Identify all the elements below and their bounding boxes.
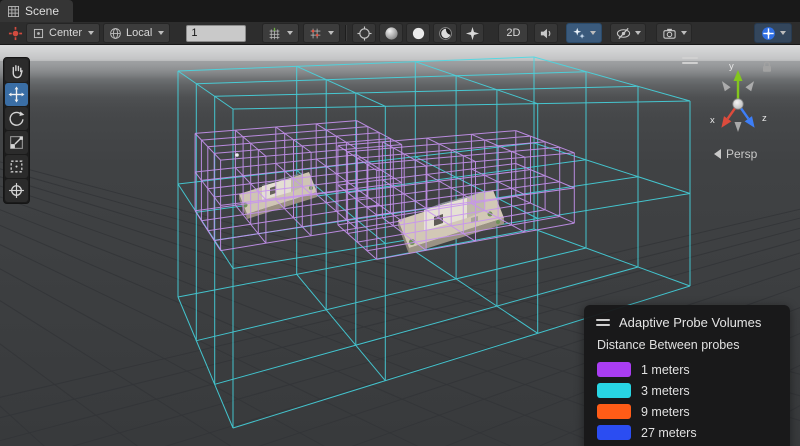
mode-2d-label: 2D — [506, 27, 520, 39]
probe-dot — [235, 153, 239, 157]
swatch-1m — [597, 362, 631, 377]
grid-visibility-dropdown[interactable] — [262, 23, 299, 43]
chevron-down-icon — [158, 31, 164, 35]
grid-snap-dropdown[interactable] — [303, 23, 340, 43]
globe-icon — [109, 27, 122, 40]
scene-tab-grid-icon — [8, 6, 19, 17]
orientation-gizmo[interactable]: y x z — [700, 59, 780, 135]
effects-dropdown[interactable] — [566, 23, 602, 43]
mode-2d-button[interactable]: 2D — [498, 23, 528, 43]
transform-tool-button[interactable] — [5, 179, 28, 202]
scene-viewport[interactable]: y x z Persp Adaptive Probe Volumes Dista… — [0, 45, 800, 446]
speaker-icon — [539, 26, 554, 41]
crosshair-circle-icon — [357, 26, 372, 41]
tool-context-icon — [8, 26, 23, 41]
probe-volumes-legend-panel: Adaptive Probe Volumes Distance Between … — [584, 305, 790, 446]
grid-snap-icon — [309, 27, 322, 40]
grid-size-field[interactable] — [186, 25, 246, 42]
legend-subtitle: Distance Between probes — [584, 336, 790, 359]
rect-tool-icon — [8, 158, 25, 175]
sparkles-icon — [572, 26, 586, 40]
tab-title: Scene — [25, 4, 59, 18]
scene-visibility-dropdown[interactable] — [610, 23, 646, 43]
eye-slash-icon — [616, 26, 631, 41]
pan-tool-button[interactable] — [5, 59, 28, 82]
flare-icon — [465, 26, 480, 41]
swatch-27m — [597, 425, 631, 440]
chevron-left-icon — [714, 149, 721, 159]
legend-row: 3 meters — [584, 380, 790, 401]
legend-label-1m: 1 meters — [641, 363, 690, 377]
scale-icon — [8, 134, 25, 151]
chevron-down-icon — [635, 31, 641, 35]
projection-toggle[interactable]: Persp — [714, 147, 757, 161]
pivot-mode-label: Center — [49, 27, 82, 39]
legend-row: 9 meters — [584, 401, 790, 422]
moon-icon — [438, 26, 453, 41]
axis-y-label: y — [729, 61, 734, 72]
tab-scene[interactable]: Scene — [0, 0, 73, 22]
shaded-sphere-icon — [384, 26, 399, 41]
axis-x-label: x — [710, 115, 715, 126]
menu-line — [682, 62, 698, 64]
orientation-label: Local — [126, 27, 152, 39]
shading-mode-toggle[interactable] — [379, 23, 403, 43]
legend-header[interactable]: Adaptive Probe Volumes — [584, 310, 790, 336]
pivot-icon — [32, 27, 45, 40]
legend-row: 27 meters — [584, 422, 790, 443]
gizmos-toggle[interactable] — [352, 23, 376, 43]
projection-label: Persp — [726, 147, 757, 161]
gizmo-center-ball[interactable] — [733, 99, 743, 109]
scene-camera-dropdown[interactable] — [656, 23, 692, 43]
rotate-tool-button[interactable] — [5, 107, 28, 130]
pivot-mode-dropdown[interactable]: Center — [26, 23, 100, 43]
rotate-icon — [8, 110, 25, 127]
legend-title: Adaptive Probe Volumes — [619, 315, 761, 330]
scene-lighting-toggle[interactable] — [433, 23, 457, 43]
move-icon — [8, 86, 25, 103]
handle-orientation-dropdown[interactable]: Local — [103, 23, 170, 43]
chevron-down-icon — [681, 31, 687, 35]
lighting-toggle[interactable] — [406, 23, 430, 43]
tab-bar: Scene — [0, 0, 800, 22]
white-circle-icon — [411, 26, 426, 41]
scene-view-options-dropdown[interactable] — [754, 23, 792, 43]
hand-icon — [8, 62, 25, 79]
grid-axis-icon — [268, 27, 281, 40]
chevron-down-icon — [780, 31, 786, 35]
scene-toolbar: Center Local — [0, 22, 800, 45]
swatch-9m — [597, 404, 631, 419]
camera-icon — [662, 26, 677, 41]
toolbar-separator — [345, 25, 347, 41]
legend-label-27m: 27 meters — [641, 426, 697, 440]
swatch-3m — [597, 383, 631, 398]
chevron-down-icon — [287, 31, 293, 35]
legend-label-3m: 3 meters — [641, 384, 690, 398]
chevron-down-icon — [590, 31, 596, 35]
axis-z-label: z — [762, 113, 767, 124]
legend-label-9m: 9 meters — [641, 405, 690, 419]
chevron-down-icon — [328, 31, 334, 35]
chevron-down-icon — [88, 31, 94, 35]
tool-settings-icon[interactable] — [4, 24, 26, 42]
legend-row: 1 meters — [584, 359, 790, 380]
overlay-menu-handle[interactable] — [682, 57, 698, 67]
audio-toggle[interactable] — [534, 23, 558, 43]
tool-rail — [3, 57, 30, 204]
scale-tool-button[interactable] — [5, 131, 28, 154]
move-tool-button[interactable] — [5, 83, 28, 106]
drag-handle-icon — [596, 316, 610, 329]
menu-line — [682, 57, 698, 59]
effects-flare-toggle[interactable] — [460, 23, 484, 43]
transform-tool-icon — [8, 182, 25, 199]
navigation-gizmo-icon — [761, 26, 776, 41]
rect-tool-button[interactable] — [5, 155, 28, 178]
